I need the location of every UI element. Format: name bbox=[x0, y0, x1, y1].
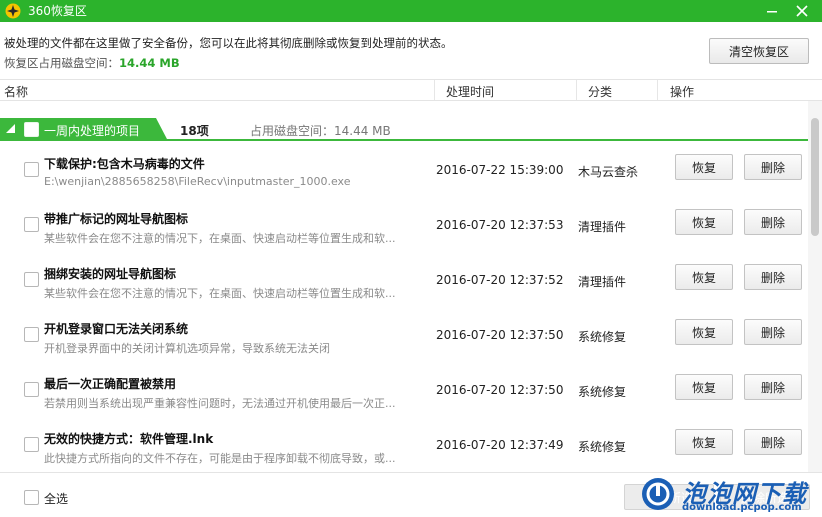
item-checkbox[interactable] bbox=[24, 382, 39, 397]
description-text: 被处理的文件都在这里做了安全备份，您可以在此将其彻底删除或恢复到处理前的状态。 bbox=[4, 36, 453, 50]
restore-button[interactable]: 恢复 bbox=[675, 429, 733, 455]
item-category: 木马云查杀 bbox=[578, 165, 639, 179]
item-detail: 开机登录界面中的关闭计算机选项异常，导致系统无法关闭 bbox=[44, 342, 330, 355]
restore-button[interactable]: 恢复 bbox=[675, 154, 733, 180]
scrollbar-thumb[interactable] bbox=[811, 118, 819, 236]
item-detail: 某些软件会在您不注意的情况下，在桌面、快速启动栏等位置生成和软... bbox=[44, 287, 396, 300]
item-checkbox[interactable] bbox=[24, 217, 39, 232]
group-checkbox[interactable] bbox=[24, 122, 39, 137]
item-name: 开机登录窗口无法关闭系统 bbox=[44, 322, 189, 336]
item-time: 2016-07-20 12:37:52 bbox=[436, 273, 564, 287]
item-name: 最后一次正确配置被禁用 bbox=[44, 377, 177, 391]
minimize-button[interactable] bbox=[758, 0, 786, 22]
item-category: 系统修复 bbox=[578, 330, 627, 344]
column-divider bbox=[434, 80, 435, 100]
column-name[interactable]: 名称 bbox=[4, 83, 28, 100]
item-time: 2016-07-20 12:37:49 bbox=[436, 438, 564, 452]
restore-button[interactable]: 恢复 bbox=[675, 319, 733, 345]
item-detail: 若禁用则当系统出现严重兼容性问题时，无法通过开机使用最后一次正... bbox=[44, 397, 396, 410]
delete-button[interactable]: 删除 bbox=[744, 154, 802, 180]
list-item: 带推广标记的网址导航图标 某些软件会在您不注意的情况下，在桌面、快速启动栏等位置… bbox=[0, 197, 808, 252]
window-title: 360恢复区 bbox=[28, 4, 87, 18]
item-list: 下载保护:包含木马病毒的文件 E:\wenjian\2885658258\Fil… bbox=[0, 142, 808, 472]
delete-button[interactable]: 删除 bbox=[744, 264, 802, 290]
list-item: 下载保护:包含木马病毒的文件 E:\wenjian\2885658258\Fil… bbox=[0, 142, 808, 197]
close-button[interactable] bbox=[788, 0, 816, 22]
restore-button[interactable]: 恢复 bbox=[675, 264, 733, 290]
list-item: 无效的快捷方式：软件管理.lnk 此快捷方式所指向的文件不存在，可能是由于程序卸… bbox=[0, 417, 808, 472]
watermark-logo-icon bbox=[642, 478, 674, 510]
item-time: 2016-07-20 12:37:50 bbox=[436, 328, 564, 342]
restore-button[interactable]: 恢复 bbox=[675, 374, 733, 400]
item-detail: E:\wenjian\2885658258\FileRecv\inputmast… bbox=[44, 175, 351, 188]
group-header[interactable]: 一周内处理的项目 18项 占用磁盘空间：14.44 MB bbox=[0, 118, 808, 142]
watermark: 泡泡网下载 download.pcpop.com bbox=[640, 474, 822, 517]
title-bar: 360恢复区 bbox=[0, 0, 822, 22]
item-name: 带推广标记的网址导航图标 bbox=[44, 212, 189, 226]
group-count: 18项 bbox=[180, 124, 209, 138]
item-checkbox[interactable] bbox=[24, 272, 39, 287]
list-item: 捆绑安装的网址导航图标 某些软件会在您不注意的情况下，在桌面、快速启动栏等位置生… bbox=[0, 252, 808, 307]
minimize-icon bbox=[767, 11, 777, 13]
column-divider bbox=[657, 80, 658, 100]
item-time: 2016-07-20 12:37:50 bbox=[436, 383, 564, 397]
restore-button[interactable]: 恢复 bbox=[675, 209, 733, 235]
item-category: 系统修复 bbox=[578, 440, 627, 454]
disk-space-label: 恢复区占用磁盘空间： bbox=[4, 56, 119, 70]
item-checkbox[interactable] bbox=[24, 327, 39, 342]
column-time[interactable]: 处理时间 bbox=[446, 83, 494, 100]
clear-recovery-button[interactable]: 清空恢复区 bbox=[709, 38, 809, 64]
delete-button[interactable]: 删除 bbox=[744, 209, 802, 235]
item-checkbox[interactable] bbox=[24, 162, 39, 177]
group-title: 一周内处理的项目 bbox=[44, 124, 141, 138]
column-header: 名称 处理时间 分类 操作 bbox=[0, 79, 822, 101]
item-category: 清理插件 bbox=[578, 220, 627, 234]
delete-button[interactable]: 删除 bbox=[744, 319, 802, 345]
watermark-url: download.pcpop.com bbox=[682, 502, 802, 513]
item-time: 2016-07-22 15:39:00 bbox=[436, 163, 564, 177]
collapse-arrow-icon[interactable] bbox=[6, 124, 15, 133]
disk-space-info: 恢复区占用磁盘空间：14.44 MB bbox=[4, 55, 180, 71]
column-divider bbox=[576, 80, 577, 100]
delete-button[interactable]: 删除 bbox=[744, 374, 802, 400]
item-name: 无效的快捷方式：软件管理.lnk bbox=[44, 432, 214, 446]
column-category[interactable]: 分类 bbox=[588, 83, 612, 100]
item-category: 清理插件 bbox=[578, 275, 627, 289]
app-logo-icon bbox=[5, 3, 21, 19]
select-all-label[interactable]: 全选 bbox=[44, 490, 68, 507]
item-time: 2016-07-20 12:37:53 bbox=[436, 218, 564, 232]
item-name: 捆绑安装的网址导航图标 bbox=[44, 267, 177, 281]
list-item: 开机登录窗口无法关闭系统 开机登录界面中的关闭计算机选项异常，导致系统无法关闭 … bbox=[0, 307, 808, 362]
disk-space-value: 14.44 MB bbox=[119, 56, 180, 70]
item-category: 系统修复 bbox=[578, 385, 627, 399]
close-icon bbox=[796, 5, 808, 17]
item-detail: 此快捷方式所指向的文件不存在，可能是由于程序卸载不彻底导致，或... bbox=[44, 452, 396, 465]
list-item: 最后一次正确配置被禁用 若禁用则当系统出现严重兼容性问题时，无法通过开机使用最后… bbox=[0, 362, 808, 417]
info-panel: 被处理的文件都在这里做了安全备份，您可以在此将其彻底删除或恢复到处理前的状态。 … bbox=[0, 22, 822, 79]
item-name: 下载保护:包含木马病毒的文件 bbox=[44, 157, 205, 171]
item-checkbox[interactable] bbox=[24, 437, 39, 452]
group-disk-space: 占用磁盘空间：14.44 MB bbox=[250, 124, 391, 138]
select-all-checkbox[interactable] bbox=[24, 490, 39, 505]
delete-button[interactable]: 删除 bbox=[744, 429, 802, 455]
item-detail: 某些软件会在您不注意的情况下，在桌面、快速启动栏等位置生成和软... bbox=[44, 232, 396, 245]
column-action: 操作 bbox=[670, 85, 695, 99]
